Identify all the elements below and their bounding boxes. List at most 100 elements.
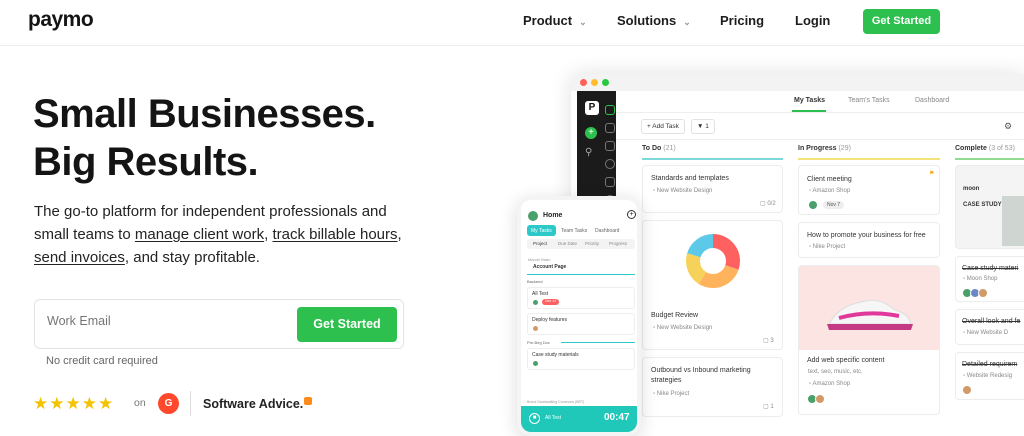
avatar [978,288,988,298]
nav-pricing[interactable]: Pricing [720,13,764,28]
tasks-icon[interactable] [605,123,615,133]
column-todo-header: To Do (21) [642,145,676,152]
maximize-dot-icon [602,79,609,86]
task-card[interactable]: Overall look and fe ▫ New Website D [955,309,1024,345]
segment-due-date[interactable]: Due Date [558,241,577,246]
project-name: Website Redesig [966,373,1013,379]
timer-task-label: All Test [545,415,562,421]
subtask-count: ▢ 0/2 [760,201,776,207]
software-advice-logo[interactable]: Software Advice. [203,397,313,411]
user-icon[interactable] [605,159,615,169]
settings-gear-icon[interactable]: ⚙ [1004,121,1012,132]
tab-dashboard[interactable]: Dashboard [915,97,949,104]
progress-line [561,342,635,343]
chevron-down-icon: ⌄ [579,17,587,27]
task-project: ▫ New Website D [963,330,1009,336]
phone-task-row[interactable]: Deploy features [527,313,635,335]
filter-button[interactable]: ▼ 1 [691,119,715,134]
task-title: Case study materi [962,265,1019,272]
task-card[interactable]: Outbound vs Inbound marketing strategies… [642,357,783,417]
column-complete: Complete (3 of 53) moon CASE STUDY Case … [955,140,1024,436]
task-title: How to promote your business for free [807,232,926,239]
search-icon[interactable]: ⚲ [585,147,592,158]
comment-count: ▢ 1 [763,404,774,410]
comment-count-value: 3 [770,338,774,344]
segment-project[interactable]: Project [533,241,547,246]
segment-priority[interactable]: Priority [585,241,599,246]
task-title: Detailed requirem [962,361,1018,368]
signup-form: Get Started [34,299,404,349]
phone-tab-dashboard[interactable]: Dashboard [591,225,623,236]
project-title: Account Page [533,264,567,270]
subtask-count-value: 0/2 [767,201,776,207]
calendar-icon[interactable] [605,177,615,187]
timer-bar[interactable]: ■ All Test 00:47 [521,406,637,432]
subtitle-end: , and stay profitable. [124,249,260,266]
no-credit-card-note: No credit card required [46,355,158,367]
avatar [815,394,825,404]
project-name: New Website Design [656,188,713,194]
app-toolbar: + Add Task ▼ 1 ⚙ [616,114,1024,140]
task-project: ▫ Amazon Shop [809,381,851,387]
divider [190,391,191,416]
task-tags: text, seo, music, etc. [808,369,863,375]
tab-my-tasks[interactable]: My Tasks [794,97,825,104]
donut-chart-icon [686,234,740,288]
task-card[interactable]: How to promote your business for free ▫ … [798,222,940,258]
task-title: Outbound vs Inbound marketing strategies [651,367,751,384]
header-get-started-button[interactable]: Get Started [863,9,940,34]
phone-home-title: Home [543,212,563,219]
task-title: Standards and templates [651,175,729,182]
work-email-input[interactable] [47,314,267,328]
column-todo-title: To Do [642,145,662,152]
segment-progress[interactable]: Progress [609,241,627,246]
stop-icon[interactable]: ■ [529,413,540,424]
moon-logo: moon [963,186,980,192]
filter-icon: ▼ [697,123,706,130]
avatar [532,299,539,306]
add-icon[interactable]: + [585,127,597,139]
add-task-button[interactable]: + Add Task [641,119,685,134]
task-title: Add web specific content [807,357,885,364]
folder-icon[interactable] [605,141,615,151]
close-dot-icon [580,79,587,86]
comment-count: ▢ 3 [763,338,774,344]
project-caption: Marvel Brain [528,257,551,262]
user-avatar [527,210,539,222]
task-card[interactable]: Case study materi ▫ Moon Shop [955,256,1024,302]
task-card[interactable]: Standards and templates ▫ New Website De… [642,165,783,213]
g2-logo[interactable]: G [158,393,179,414]
phone-task-title: Case study materials [532,352,579,358]
paymo-p-icon[interactable]: P [585,101,599,115]
phone-tab-team-tasks[interactable]: Team Tasks [557,225,591,236]
task-card[interactable]: moon CASE STUDY [955,165,1024,249]
add-icon[interactable]: + [627,210,636,219]
home-icon[interactable] [605,105,615,115]
flag-icon: ⚑ [929,171,935,177]
phone-tab-my-tasks[interactable]: My Tasks [527,225,556,236]
column-todo-count: (21) [663,145,676,152]
track-billable-hours-link[interactable]: track billable hours [272,226,397,243]
paymo-logo[interactable]: paymo [28,8,94,32]
phone-task-row[interactable]: Case study materials [527,348,635,370]
phone-task-row[interactable]: All Test Dec 14 [527,287,635,309]
section-backend: Backend [527,279,543,284]
nav-solutions[interactable]: Solutions ⌄ [617,13,691,28]
nav-solutions-label: Solutions [617,13,677,28]
task-card[interactable]: Budget Review ▫ New Website Design ▢ 3 [642,220,783,350]
send-invoices-link[interactable]: send invoices [34,249,125,266]
hero-get-started-button[interactable]: Get Started [297,307,397,342]
task-card[interactable]: Client meeting ▫ Amazon Shop Nov 7 ⚑ [798,165,940,215]
column-in-progress-title: In Progress [798,145,837,152]
tab-teams-tasks[interactable]: Team's Tasks [848,97,890,104]
column-todo-bar [642,158,783,160]
nav-login[interactable]: Login [795,13,830,28]
sneaker-image [799,266,939,350]
task-card[interactable]: Detailed requirem ▫ Website Redesig [955,352,1024,400]
manage-client-work-link[interactable]: manage client work [135,226,264,243]
task-card[interactable]: Add web specific content text, seo, musi… [798,265,940,415]
minimize-dot-icon [591,79,598,86]
task-project: ▫ Nike Project [809,244,846,250]
section-pre-beg-doc: Pre-Beg Doc [527,340,550,345]
nav-product[interactable]: Product ⌄ [523,13,587,28]
